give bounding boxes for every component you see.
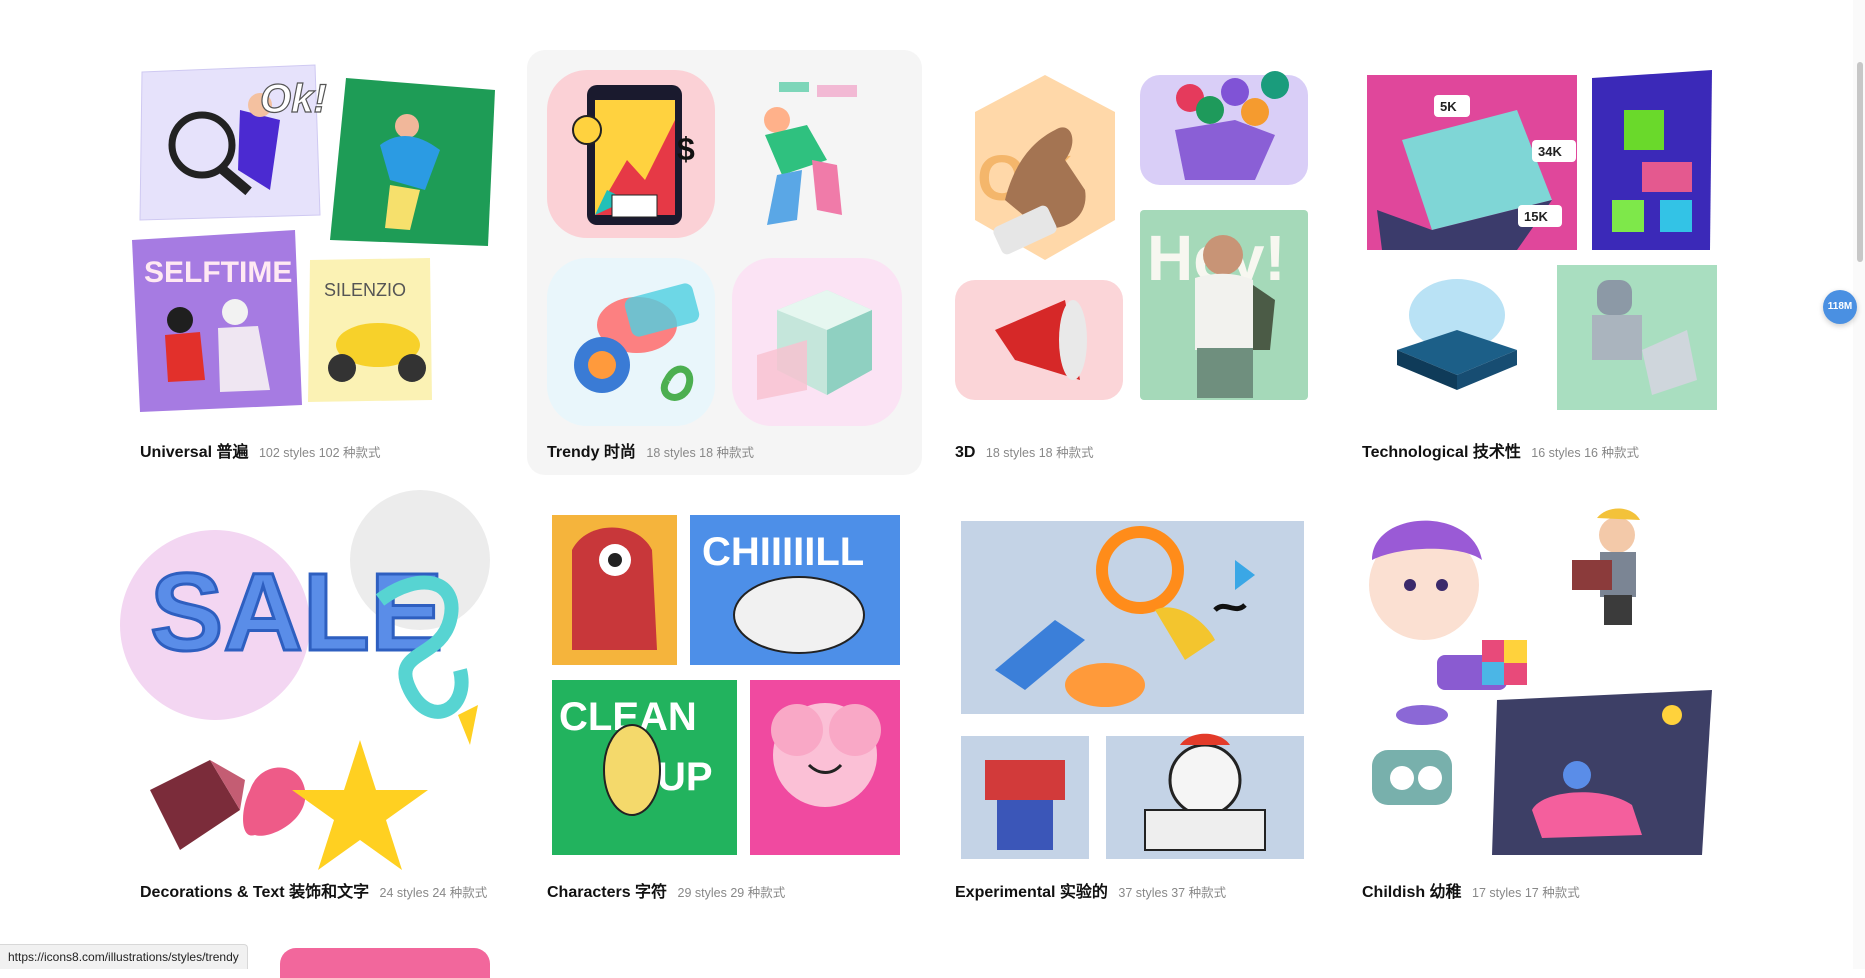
3d-illustration: OK Hey! <box>955 71 1308 400</box>
svg-text:SELFTIME: SELFTIME <box>144 256 292 289</box>
characters-illustration: CHIIIIILL CLEAN UP <box>552 515 900 855</box>
svg-text:CHIIIIILL: CHIIIIILL <box>702 530 864 574</box>
style-count: 17 styles 17 种款式 <box>1472 886 1580 900</box>
style-name: 3D <box>955 444 976 461</box>
childish-illustration <box>1369 508 1712 855</box>
link-status-bar: https://icons8.com/illustrations/styles/… <box>0 944 248 969</box>
style-name: Decorations & Text 装饰和文字 <box>140 884 370 901</box>
style-count: 24 styles 24 种款式 <box>379 886 488 900</box>
style-count: 16 styles 16 种款式 <box>1531 446 1639 460</box>
style-name: Universal 普遍 <box>140 444 249 461</box>
decorations-text-illustration: SALE <box>120 490 490 870</box>
next-row-card-preview[interactable] <box>280 948 490 978</box>
style-card-experimental[interactable]: Experimental 实验的 37 styles 37 种款式 <box>935 490 1330 915</box>
scrollbar-thumb[interactable] <box>1857 62 1863 262</box>
svg-text:$: $ <box>677 131 695 167</box>
style-name: Experimental 实验的 <box>955 884 1108 901</box>
style-card-universal[interactable]: Ok! SELFTIME SILENZIO Universal 普遍 102 s… <box>120 50 515 475</box>
style-count: 18 styles 18 种款式 <box>646 446 755 460</box>
svg-text:UP: UP <box>657 755 713 799</box>
style-name: Technological 技术性 <box>1362 444 1521 461</box>
floating-badge[interactable]: 118M <box>1823 290 1857 324</box>
style-name: Trendy 时尚 <box>547 444 636 461</box>
technological-illustration: 34K 5K 15K <box>1367 70 1717 410</box>
svg-text:5K: 5K <box>1440 99 1457 114</box>
style-card-characters[interactable]: CHIIIIILL CLEAN UP Characters 字符 29 styl… <box>527 490 922 915</box>
style-grid: Ok! SELFTIME SILENZIO Universal 普遍 102 s… <box>0 0 1865 978</box>
svg-text:34K: 34K <box>1538 144 1562 159</box>
style-card-decorations-text[interactable]: SALE Decorations & Text 装饰和文字 24 styles … <box>120 490 515 915</box>
style-card-childish[interactable]: Childish 幼稚 17 styles 17 种款式 <box>1342 490 1737 915</box>
style-name: Characters 字符 <box>547 884 668 901</box>
style-count: 18 styles 18 种款式 <box>985 446 1094 460</box>
style-card-trendy[interactable]: $ Trendy 时尚 18 styles 18 种款式 <box>527 50 922 475</box>
style-card-technological[interactable]: 34K 5K 15K Technological 技术性 16 styles 1… <box>1342 50 1737 475</box>
style-count: 102 styles 102 种款式 <box>258 446 381 460</box>
svg-text:SILENZIO: SILENZIO <box>324 280 406 300</box>
style-count: 37 styles 37 种款式 <box>1118 886 1227 900</box>
style-count: 29 styles 29 种款式 <box>677 886 786 900</box>
style-card-3d[interactable]: OK Hey! 3D 18 styles 18 种款式 <box>935 50 1330 475</box>
universal-illustration: Ok! SELFTIME SILENZIO <box>132 64 495 412</box>
svg-text:SALE: SALE <box>150 551 443 674</box>
trendy-illustration: $ <box>547 70 902 426</box>
style-name: Childish 幼稚 <box>1362 884 1462 901</box>
experimental-illustration <box>959 519 1306 861</box>
svg-text:15K: 15K <box>1524 209 1548 224</box>
svg-text:Ok!: Ok! <box>260 77 327 121</box>
vertical-scrollbar[interactable] <box>1853 0 1865 969</box>
